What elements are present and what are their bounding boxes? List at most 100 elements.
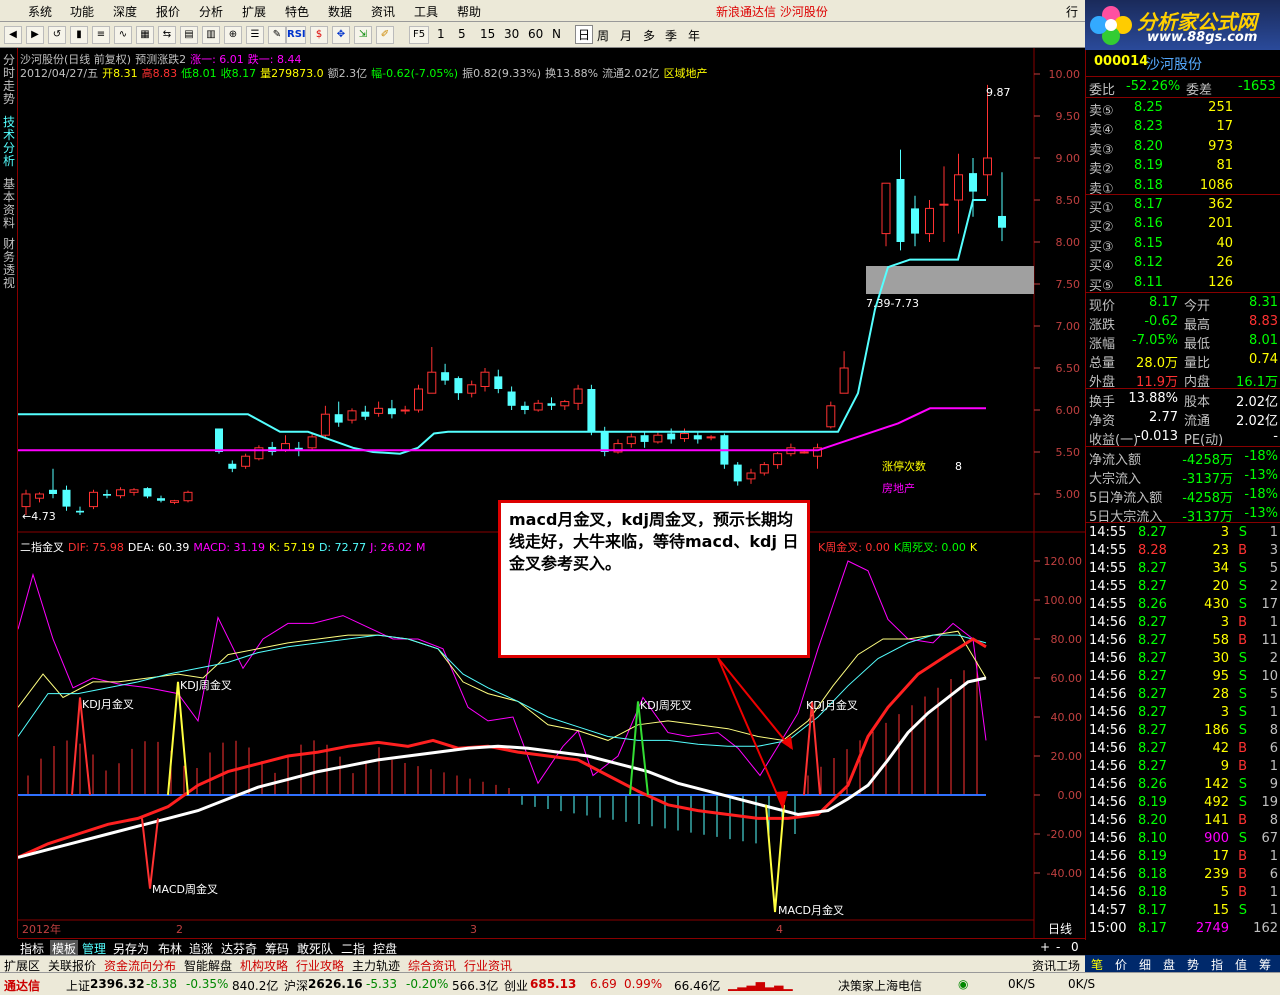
period-30min[interactable]: 30 <box>504 27 519 41</box>
period-week[interactable]: 周 <box>597 27 609 44</box>
sz-index: 2626.16 <box>308 977 363 991</box>
level-label: 买① <box>1089 201 1114 216</box>
candle-body <box>573 388 583 404</box>
zoom-reset-button[interactable]: 0 <box>1071 940 1079 954</box>
tick-price: 8.27 <box>1138 579 1167 594</box>
level-volume: 1086 <box>1199 177 1233 193</box>
price-tick-label: 5.00 <box>1056 488 1081 501</box>
bar-close: 收8.17 <box>220 67 257 80</box>
dollar-icon[interactable]: $ <box>310 26 328 44</box>
flow-value: -3137万 <box>1182 472 1233 487</box>
indicator-tick-label: 20.00 <box>1051 750 1083 763</box>
panel-tab-0[interactable]: 笔 <box>1091 956 1103 973</box>
tick-row: 14:55 8.26 430 S 17 <box>1086 596 1280 614</box>
period-day[interactable]: 日 <box>575 25 594 44</box>
flow-pct: -18% <box>1244 449 1278 464</box>
menu-function[interactable]: 功能 <box>70 3 94 20</box>
grid-icon[interactable]: ▦ <box>136 26 154 44</box>
menu-special[interactable]: 特色 <box>285 3 309 20</box>
period-1min[interactable]: 1 <box>437 27 445 41</box>
menu-help[interactable]: 帮助 <box>457 3 481 20</box>
table-icon[interactable]: ▥ <box>202 26 220 44</box>
panel-tab-6[interactable]: 值 <box>1235 956 1247 973</box>
move-icon[interactable]: ✥ <box>332 26 350 44</box>
tick-side: S <box>1238 705 1247 720</box>
tick-count: 162 <box>1253 921 1278 936</box>
stat-label: 涨跌 <box>1089 318 1116 333</box>
menu-data[interactable]: 数据 <box>328 3 352 20</box>
level-price: 8.12 <box>1134 255 1163 271</box>
panel-tab-1[interactable]: 价 <box>1115 956 1127 973</box>
refresh-icon[interactable]: ↺ <box>48 26 66 44</box>
period-month[interactable]: 月 <box>620 27 632 44</box>
sell-level: 卖④ 8.23 17 <box>1086 118 1280 138</box>
indicator-name[interactable]: 二指金叉 <box>20 541 64 554</box>
macd-month-label: MACD月金叉 <box>778 903 844 917</box>
panel-tab-3[interactable]: 盘 <box>1163 956 1175 973</box>
level-label: 买⑤ <box>1089 278 1114 294</box>
candle-icon[interactable]: ▮ <box>70 26 88 44</box>
compare-icon[interactable]: ⇆ <box>158 26 176 44</box>
tick-side: S <box>1238 903 1247 918</box>
level-label: 卖⑤ <box>1089 104 1114 119</box>
period-5min[interactable]: 5 <box>458 27 466 41</box>
period-quarter[interactable]: 季 <box>665 27 677 44</box>
pencil-icon[interactable]: ✐ <box>376 26 394 44</box>
forward-icon[interactable]: ▶ <box>26 26 44 44</box>
tab-timeshare[interactable]: 分时走势 <box>2 54 16 106</box>
tab-finance[interactable]: 财务透视 <box>2 238 16 290</box>
panel-tab-7[interactable]: 筹 <box>1259 956 1271 973</box>
stat-label: 今开 <box>1184 299 1211 314</box>
tick-side: S <box>1238 525 1247 540</box>
export-icon[interactable]: ⇲ <box>354 26 372 44</box>
panel-tab-4[interactable]: 势 <box>1187 956 1199 973</box>
chart-icon[interactable]: ▤ <box>180 26 198 44</box>
panel-tabs: 笔 价 细 盘 势 指 值 筹 <box>1085 955 1280 972</box>
tick-time: 14:56 <box>1089 651 1127 666</box>
tick-count: 6 <box>1269 741 1278 756</box>
zoom-icon[interactable]: ⊕ <box>224 26 242 44</box>
line-icon[interactable]: ∿ <box>114 26 132 44</box>
note-icon[interactable]: ✎ <box>268 26 286 44</box>
period-n[interactable]: N <box>552 27 561 41</box>
bar-sector: 区域地产 <box>663 67 708 80</box>
back-icon[interactable]: ◀ <box>4 26 22 44</box>
menu-row[interactable]: 行 <box>1066 3 1078 20</box>
panel-tab-5[interactable]: 指 <box>1211 956 1223 973</box>
period-year[interactable]: 年 <box>688 27 700 44</box>
period-15min[interactable]: 15 <box>480 27 495 41</box>
menu-info[interactable]: 资讯 <box>371 3 395 20</box>
candle-body <box>427 371 437 394</box>
period-multi[interactable]: 多 <box>643 27 655 44</box>
menu-extend[interactable]: 扩展 <box>242 3 266 20</box>
flow-row: 大宗流入 -3137万 -13% <box>1086 467 1280 487</box>
f5-button[interactable]: F5 <box>409 26 429 44</box>
tick-price: 8.27 <box>1138 525 1167 540</box>
stat-value: - <box>1273 429 1278 444</box>
candle-body <box>400 409 410 412</box>
rsi-button[interactable]: RSI <box>286 26 306 44</box>
tab-technical[interactable]: 技术分析 <box>2 116 16 168</box>
panel-tab-2[interactable]: 细 <box>1139 956 1151 973</box>
bar-icon[interactable]: ≡ <box>92 26 110 44</box>
tick-price: 8.26 <box>1138 597 1167 612</box>
stock-chart[interactable]: 10.00 9.50 9.00 8.50 8.00 7.50 7.00 6.50 6.00 5.5… <box>18 48 1085 938</box>
menu-quote[interactable]: 报价 <box>156 3 180 20</box>
menu-tools[interactable]: 工具 <box>414 3 438 20</box>
menu-system[interactable]: 系统 <box>28 3 52 20</box>
tab-fundamental[interactable]: 基本资料 <box>2 178 16 230</box>
date-axis-apr: 4 <box>776 923 783 936</box>
candle-body <box>969 173 977 192</box>
zoom-out-button[interactable]: - <box>1056 940 1060 954</box>
menu-analysis[interactable]: 分析 <box>199 3 223 20</box>
candle-body <box>560 401 570 407</box>
stat2-row: 收益(一) -0.013 PE(动) - <box>1086 428 1280 448</box>
list-icon[interactable]: ☰ <box>246 26 264 44</box>
stat-value: 8.83 <box>1249 314 1278 329</box>
period-60min[interactable]: 60 <box>528 27 543 41</box>
tick-side: B <box>1238 849 1247 864</box>
menu-depth[interactable]: 深度 <box>113 3 137 20</box>
tick-price: 8.27 <box>1138 561 1167 576</box>
zoom-in-button[interactable]: + <box>1040 940 1050 954</box>
left-tabs: 分时走势 技术分析 基本资料 财务透视 <box>0 48 18 938</box>
